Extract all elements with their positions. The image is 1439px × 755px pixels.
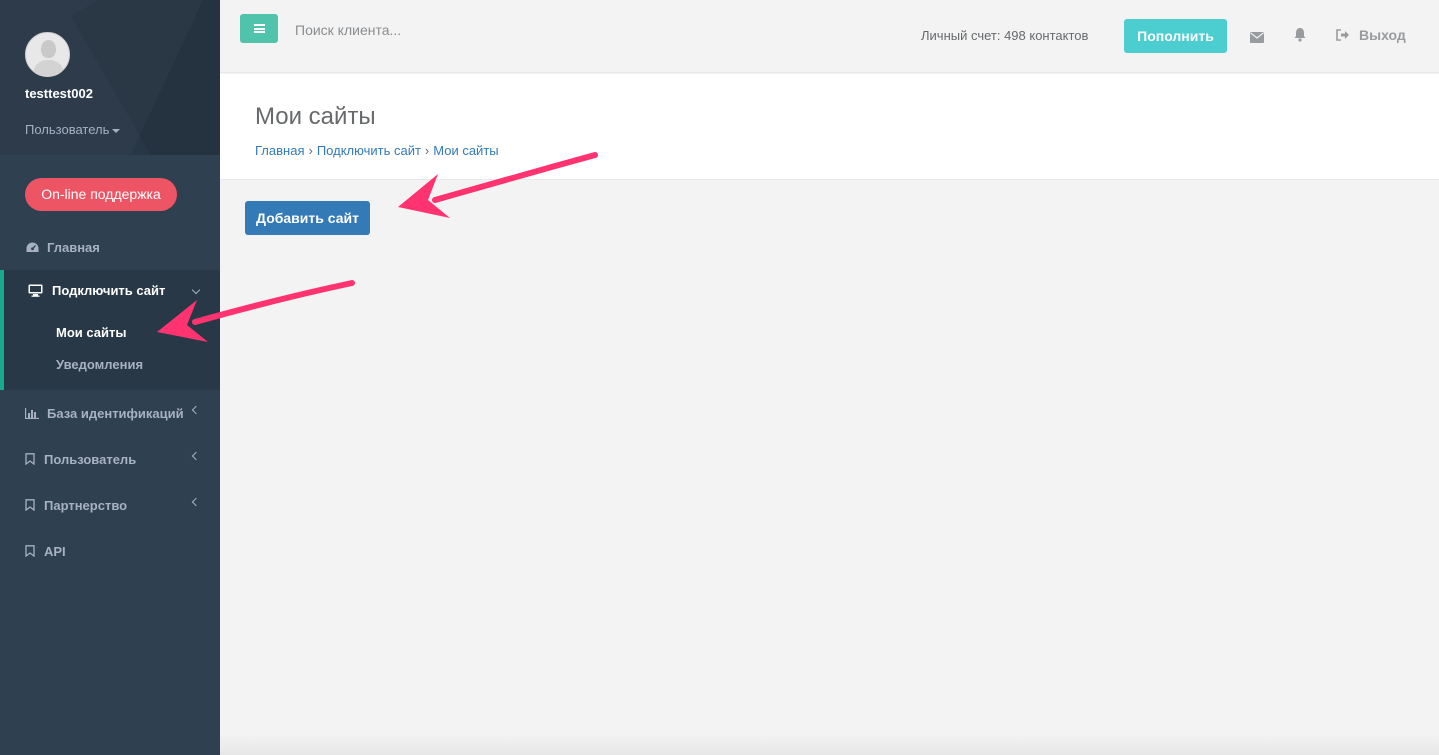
sidebar-subitem-notifications[interactable]: Уведомления bbox=[56, 357, 143, 372]
sidebar-item-api[interactable]: API bbox=[0, 534, 220, 568]
desktop-icon bbox=[28, 284, 44, 298]
breadcrumb-separator: › bbox=[424, 143, 430, 158]
add-site-button[interactable]: Добавить сайт bbox=[245, 201, 370, 235]
bookmark-icon bbox=[25, 544, 35, 558]
breadcrumb-connect-site[interactable]: Подключить сайт bbox=[317, 143, 421, 158]
username: testtest002 bbox=[25, 86, 93, 101]
avatar-body bbox=[33, 60, 64, 76]
hamburger-icon bbox=[253, 24, 265, 33]
logout-link[interactable]: Выход bbox=[1336, 27, 1406, 43]
sidebar-item-label: Пользователь bbox=[44, 451, 137, 467]
avatar[interactable] bbox=[25, 32, 70, 77]
breadcrumb-separator: › bbox=[308, 143, 313, 158]
sidebar: testtest002 Пользователь On-line поддерж… bbox=[0, 0, 220, 755]
breadcrumb-my-sites[interactable]: Мои сайты bbox=[433, 143, 498, 158]
sidebar-item-partnership[interactable]: Партнерство bbox=[0, 488, 220, 522]
logout-label: Выход bbox=[1359, 27, 1406, 43]
sidebar-item-connect-site[interactable]: Подключить сайт bbox=[28, 283, 165, 298]
menu-toggle-button[interactable] bbox=[240, 14, 278, 43]
content-footer-shade bbox=[220, 735, 1439, 755]
sign-out-icon bbox=[1336, 29, 1349, 41]
bookmark-icon bbox=[25, 452, 35, 466]
profile-panel: testtest002 Пользователь bbox=[0, 0, 220, 155]
role-dropdown[interactable]: Пользователь bbox=[25, 122, 220, 137]
sidebar-item-label: Главная bbox=[47, 239, 100, 255]
sidebar-item-user[interactable]: Пользователь bbox=[0, 442, 220, 476]
top-navbar: Личный счет: 498 контактов Пополнить Вых… bbox=[220, 0, 1439, 73]
bar-chart-icon bbox=[25, 406, 39, 420]
envelope-icon[interactable] bbox=[1250, 30, 1264, 43]
topup-button[interactable]: Пополнить bbox=[1124, 19, 1227, 53]
chevron-down-icon bbox=[191, 285, 201, 295]
page-heading: Мои сайты Главная › Подключить сайт › Мо… bbox=[220, 74, 1439, 180]
client-search-input[interactable] bbox=[295, 18, 595, 42]
role-label: Пользователь bbox=[25, 122, 110, 137]
dashboard-icon bbox=[25, 240, 39, 254]
breadcrumb: Главная › Подключить сайт › Мои сайты bbox=[255, 143, 499, 158]
sidebar-item-label: Подключить сайт bbox=[52, 283, 166, 298]
sidebar-item-home[interactable]: Главная bbox=[0, 230, 220, 264]
chevron-left-icon bbox=[191, 497, 201, 507]
sidebar-item-label: Партнерство bbox=[44, 497, 128, 513]
sidebar-subitem-my-sites[interactable]: Мои сайты bbox=[56, 325, 126, 340]
chevron-left-icon bbox=[191, 451, 201, 461]
sidebar-item-label: API bbox=[44, 543, 66, 559]
sidebar-item-label: База идентификаций bbox=[47, 405, 184, 421]
online-support-button[interactable]: On-line поддержка bbox=[25, 178, 177, 211]
bell-icon[interactable] bbox=[1293, 27, 1307, 42]
sidebar-group-connect-site: Подключить сайт Мои сайты Уведомления bbox=[0, 270, 220, 390]
breadcrumb-home[interactable]: Главная bbox=[255, 143, 304, 158]
account-balance: Личный счет: 498 контактов bbox=[921, 28, 1089, 43]
avatar-head bbox=[41, 40, 56, 58]
bookmark-icon bbox=[25, 498, 35, 512]
caret-down-icon bbox=[112, 128, 121, 133]
page-title: Мои сайты bbox=[255, 103, 376, 130]
chevron-left-icon bbox=[191, 405, 201, 415]
sidebar-item-identification-base[interactable]: База идентификаций bbox=[0, 396, 220, 430]
